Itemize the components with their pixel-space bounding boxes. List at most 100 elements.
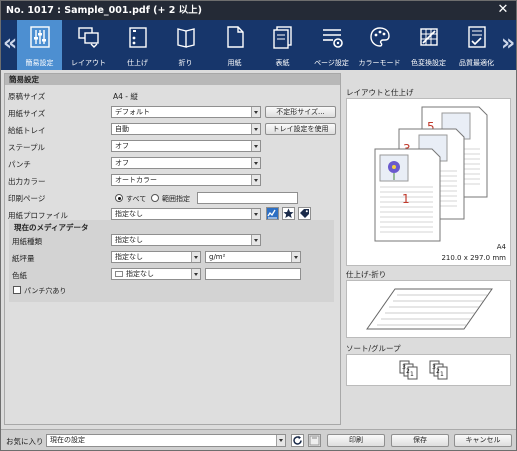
- select-value: 現在の設定: [50, 436, 85, 444]
- chevron-down-icon: [251, 235, 260, 245]
- paper-weight-row: 紙坪量 指定なし g/m²: [9, 250, 334, 265]
- sort-digit: 3: [402, 364, 406, 371]
- weight-unit-select[interactable]: g/m²: [205, 251, 301, 263]
- paper-size-label: 用紙サイズ: [8, 109, 46, 118]
- tab-quality[interactable]: 品質最適化: [454, 20, 499, 70]
- tab-page-settings[interactable]: ページ設定: [309, 20, 354, 70]
- output-color-row: 出力カラー オートカラー: [5, 173, 340, 188]
- select-value: オフ: [115, 142, 129, 150]
- all-pages-radio[interactable]: [115, 194, 123, 202]
- media-type-row: 用紙種類 指定なし: [9, 233, 334, 248]
- pages-preview-graphic: 5 3 1: [374, 106, 488, 242]
- page-number: 1: [402, 192, 410, 206]
- scroll-right-button[interactable]: »: [501, 30, 515, 58]
- colored-paper-label: 色紙: [12, 271, 27, 280]
- print-button[interactable]: 印刷: [327, 434, 385, 447]
- chevron-down-icon: [276, 435, 285, 446]
- tab-label: 表紙: [275, 59, 290, 67]
- color-name-input[interactable]: [205, 268, 301, 280]
- tab-label: 仕上げ: [127, 59, 148, 67]
- select-value: オフ: [115, 159, 129, 167]
- tray-label: 給紙トレイ: [8, 126, 46, 135]
- paper-weight-label: 紙坪量: [12, 254, 35, 263]
- sort-digit: 2: [406, 368, 410, 375]
- category-toolbar: « » 簡易設定 レイアウト 仕上げ 折り 用紙 表紙 ページ設定 カラーモード…: [1, 20, 516, 70]
- chevron-down-icon: [191, 269, 200, 279]
- cancel-button[interactable]: キャンセル: [454, 434, 512, 447]
- save-button[interactable]: 保存: [391, 434, 449, 447]
- profile-edit-icon[interactable]: [266, 207, 279, 220]
- layout-icon: [77, 27, 99, 48]
- color-conversion-icon: [419, 28, 438, 46]
- media-header: 現在のメディアデータ: [14, 223, 89, 232]
- original-size-label: 原稿サイズ: [8, 92, 46, 101]
- page-range-label: 範囲指定: [162, 195, 190, 203]
- tab-color-mode[interactable]: カラーモード: [357, 20, 402, 70]
- sort-digit: 2: [436, 368, 440, 375]
- close-button[interactable]: ✕: [496, 1, 510, 20]
- window-title: No. 1017 : Sample_001.pdf (+ 2 以上): [6, 5, 202, 16]
- all-pages-label: すべて: [126, 195, 147, 203]
- page-range-radio[interactable]: [151, 194, 159, 202]
- select-value: 指定なし: [126, 270, 154, 278]
- media-type-label: 用紙種類: [12, 237, 42, 246]
- paper-dimensions: 210.0 x 297.0 mm: [441, 254, 506, 262]
- chevron-down-icon: [251, 209, 260, 219]
- footer-bar: お気に入り 現在の設定 印刷 保存 キャンセル: [1, 429, 516, 450]
- fold-paper-icon: [366, 288, 493, 330]
- colored-paper-row: 色紙 指定なし: [9, 267, 334, 282]
- color-swatch: [115, 271, 123, 277]
- colored-paper-select[interactable]: 指定なし: [111, 268, 201, 280]
- title-bar: No. 1017 : Sample_001.pdf (+ 2 以上) ✕: [1, 1, 516, 20]
- select-value: 指定なし: [115, 236, 143, 244]
- chevron-down-icon: [251, 158, 260, 168]
- star-icon[interactable]: [282, 207, 295, 220]
- punch-row: パンチ オフ: [5, 156, 340, 171]
- page-range-input[interactable]: [197, 192, 298, 204]
- tab-basic[interactable]: 簡易設定: [17, 20, 62, 70]
- print-pages-label: 印刷ページ: [8, 194, 46, 203]
- use-tray-settings-button[interactable]: トレイ設定を使用: [265, 123, 336, 135]
- tab-label: 用紙: [227, 59, 242, 67]
- print-pages-row: 印刷ページ すべて 範囲指定: [5, 190, 340, 205]
- refresh-icon[interactable]: [291, 434, 304, 447]
- favorites-select[interactable]: 現在の設定: [46, 434, 286, 447]
- tab-layout[interactable]: レイアウト: [66, 20, 111, 70]
- sliders-icon: [29, 26, 50, 48]
- punch-select[interactable]: オフ: [111, 157, 261, 169]
- color-mode-icon: [369, 27, 390, 47]
- fold-preview-label: 仕上げ-折り: [346, 270, 387, 279]
- tab-finishing[interactable]: 仕上げ: [115, 20, 160, 70]
- paper-size-select[interactable]: デフォルト: [111, 106, 261, 118]
- tab-label: 簡易設定: [25, 59, 54, 67]
- irregular-size-button[interactable]: 不定形サイズ...: [265, 106, 336, 118]
- tab-color-conversion[interactable]: 色変換設定: [406, 20, 451, 70]
- select-value: 指定なし: [115, 210, 143, 218]
- paper-profile-select[interactable]: 指定なし: [111, 208, 261, 220]
- tab-label: ページ設定: [314, 59, 349, 67]
- staple-select[interactable]: オフ: [111, 140, 261, 152]
- chevron-down-icon: [291, 252, 300, 262]
- tray-select[interactable]: 自動: [111, 123, 261, 135]
- tab-fold[interactable]: 折り: [163, 20, 208, 70]
- sort-preview-label: ソート/グループ: [346, 344, 401, 353]
- tray-row: 給紙トレイ 自動 トレイ設定を使用: [5, 122, 340, 137]
- tab-label: 品質最適化: [459, 59, 494, 67]
- tab-paper[interactable]: 用紙: [212, 20, 257, 70]
- save-favorite-icon[interactable]: [308, 434, 321, 447]
- chevron-down-icon: [191, 252, 200, 262]
- prepunched-checkbox[interactable]: [13, 286, 21, 294]
- scroll-left-button[interactable]: «: [3, 30, 17, 58]
- select-value: 指定なし: [115, 253, 143, 261]
- media-type-select[interactable]: 指定なし: [111, 234, 261, 246]
- paper-weight-select[interactable]: 指定なし: [111, 251, 201, 263]
- paper-size-name: A4: [496, 243, 506, 251]
- sort-digit: 1: [410, 371, 414, 378]
- paper-icon: [226, 26, 244, 48]
- chevron-down-icon: [251, 141, 260, 151]
- sort-digit: 1: [440, 371, 444, 378]
- tab-cover[interactable]: 表紙: [260, 20, 305, 70]
- output-color-select[interactable]: オートカラー: [111, 174, 261, 186]
- staple-row: ステープル オフ: [5, 139, 340, 154]
- tag-icon[interactable]: [298, 207, 311, 220]
